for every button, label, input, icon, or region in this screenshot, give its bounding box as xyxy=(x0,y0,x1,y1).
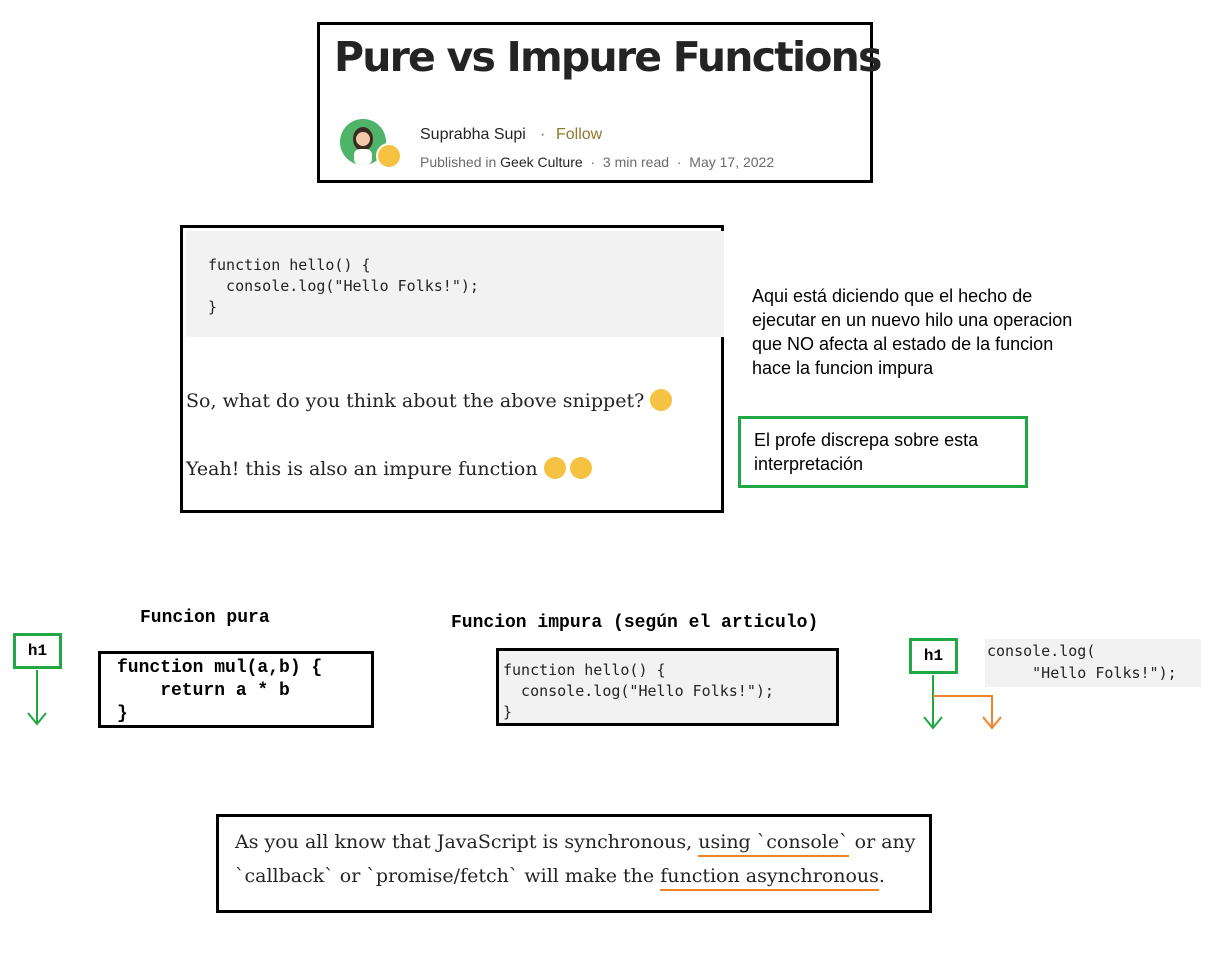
right-thread-arrow xyxy=(923,675,943,730)
quote-part-1: As you all know that JavaScript is synch… xyxy=(235,831,699,853)
left-thread-arrow xyxy=(27,670,47,726)
diagram-arrows xyxy=(27,670,1002,730)
quote-highlight-async: function asynchronous xyxy=(660,865,879,891)
thread-h1-left: h1 xyxy=(13,633,62,669)
quote-card: As you all know that JavaScript is synch… xyxy=(216,814,932,913)
quote-text: As you all know that JavaScript is synch… xyxy=(235,825,925,893)
quote-highlight-console: using `console` xyxy=(698,831,849,857)
console-log-code: console.log( "Hello Folks!"); xyxy=(985,639,1201,687)
pure-function-code: function mul(a,b) { return a * b } xyxy=(98,651,374,728)
quote-part-3: . xyxy=(878,865,885,887)
thread-h1-right: h1 xyxy=(909,638,958,674)
async-branch-arrow xyxy=(933,695,1002,730)
impure-function-code: function hello() { console.log("Hello Fo… xyxy=(496,648,839,726)
